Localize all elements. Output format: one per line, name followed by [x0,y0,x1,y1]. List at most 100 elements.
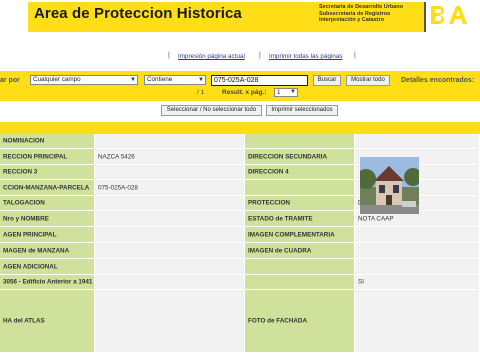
table-row: MAGEN de MANZANA IMAGEN de CUADRA [0,243,480,258]
field-label: DIRECCION SECUNDARIA [248,153,328,160]
field-value-cell: 075-025A-028 [95,180,244,195]
field-label-cell: AGEN PRINCIPAL [0,227,94,242]
field-label-cell: TALOGACION [0,196,94,210]
field-label-cell: FOTO de FACHADA [245,290,354,352]
field-label: AGEN ADICIONAL [3,263,58,270]
field-value-cell [355,243,479,258]
field-label-cell [245,134,354,148]
facade-photo-image [360,157,419,214]
search-field-value: Cualquier campo [33,76,81,83]
table-row: AGEN PRINCIPAL IMAGEN COMPLEMENTARIA [0,227,480,242]
field-value-cell [95,259,244,274]
field-value-cell [355,227,479,242]
field-label: RECCION PRINCIPAL [3,153,68,160]
field-label-cell: Nro y NOMBRE [0,211,94,226]
field-label-cell [245,275,354,289]
table-row: HA del ATLAS FOTO de FACHADA [0,290,480,352]
field-value-cell [95,165,244,179]
field-value-cell [95,227,244,242]
field-label: MAGEN de MANZANA [3,247,70,254]
field-label-cell: HA del ATLAS [0,290,94,352]
field-value: 075-025A-028 [98,184,138,191]
search-condition-select[interactable]: Contiene ▼ [144,75,206,85]
field-value-cell [95,196,244,210]
field-label: NOMINACION [3,137,45,145]
search-field-select[interactable]: Cualquier campo ▼ [30,75,138,85]
field-label: IMAGEN de CUADRA [248,247,312,254]
show-all-button[interactable]: Mostrar todo [346,75,390,86]
facade-photo[interactable] [360,157,419,214]
table-row: 3056 - Edificio Anterior a 1941 SI [0,275,480,289]
field-label: AGEN PRINCIPAL [3,231,57,238]
page-header: Area de Proteccion Historica Secretaría … [0,0,480,34]
selection-buttons: Seleccionar / No seleccionar todo Imprim… [0,105,480,117]
secretaria-text: Secretaría de Desarrollo Urbano Subsecre… [319,4,419,24]
field-label-cell: PROTECCION [245,196,354,210]
app-title: Area de Proteccion Historica [34,5,242,22]
field-label: DIRECCION 4 [248,168,289,176]
link-separator-middle: | [259,52,261,59]
field-label-cell: AGEN ADICIONAL [0,259,94,274]
secretaria-line-3: Interpretación y Catastro [319,17,385,23]
field-label-cell: NOMINACION [0,134,94,148]
field-label: ESTADO de TRAMITE [248,215,313,222]
toggle-select-all-button[interactable]: Seleccionar / No seleccionar todo [161,105,262,116]
field-value-cell [95,290,244,352]
field-label: FOTO de FACHADA [248,317,308,325]
search-condition-value: Contiene [147,76,173,83]
field-value-cell [95,211,244,226]
field-label-cell: MAGEN de MANZANA [0,243,94,258]
field-label: TALOGACION [3,199,45,207]
field-value-cell [355,290,479,352]
print-selected-button[interactable]: Imprimir seleccionados [266,105,338,116]
results-per-page-label: Result. x pág.: [222,89,267,96]
field-label: IMAGEN COMPLEMENTARIA [248,231,335,238]
chevron-down-icon: ▼ [198,77,204,83]
field-label-cell: DIRECCION SECUNDARIA [245,149,354,164]
results-per-page-select[interactable]: 1 ▼ [274,88,298,97]
field-value: NAZCA 5426 [98,153,135,160]
field-label: CCION-MANZANA-PARCELA [3,184,90,191]
page-count-text: / 1 [197,89,205,96]
search-query-input[interactable]: 075-025A-028 [211,75,308,86]
field-value-cell: NAZCA 5426 [95,149,244,164]
field-label: Nro y NOMBRE [3,215,49,222]
field-label-cell: IMAGEN de CUADRA [245,243,354,258]
field-value-cell [355,134,479,148]
field-label-cell: DIRECCION 4 [245,165,354,179]
table-row: NOMINACION [0,134,480,148]
field-label-cell: RECCION PRINCIPAL [0,149,94,164]
chevron-down-icon: ▼ [290,89,296,95]
search-bar: ar por Cualquier campo ▼ Contiene ▼ 075-… [0,71,480,101]
print-links: | Impresión página actual | Imprimir tod… [0,52,480,63]
field-value-cell [95,243,244,258]
field-label-cell: ESTADO de TRAMITE [245,211,354,226]
field-label-cell [245,180,354,195]
print-all-pages-link[interactable]: Imprimir todas las páginas [269,53,343,60]
table-header-strip [0,122,480,134]
print-current-page-link[interactable]: Impresión página actual [178,53,245,60]
field-label-cell: CCION-MANZANA-PARCELA [0,180,94,195]
details-found-label: Detalles encontrados: [401,77,475,84]
field-value-cell [95,134,244,148]
chevron-down-icon: ▼ [130,77,136,83]
field-value: NOTA CAAP [358,215,394,222]
field-value-cell [95,275,244,289]
field-label-cell [245,259,354,274]
table-row: AGEN ADICIONAL [0,259,480,274]
search-label: ar por [0,77,20,84]
field-label-cell: 3056 - Edificio Anterior a 1941 [0,275,94,289]
search-button[interactable]: Buscar [313,75,341,86]
field-label: 3056 - Edificio Anterior a 1941 [3,278,93,286]
ba-logo-icon [431,6,467,24]
link-separator-left: | [168,52,170,59]
link-separator-right: | [354,52,356,59]
field-label-cell: RECCION 3 [0,165,94,179]
results-per-page-value: 1 [277,89,281,96]
field-label: HA del ATLAS [3,317,45,325]
field-label: RECCION 3 [3,168,38,176]
field-value-cell [355,259,479,274]
field-value: SI [358,278,364,286]
field-value-cell: SI [355,275,479,289]
field-label-cell: IMAGEN COMPLEMENTARIA [245,227,354,242]
